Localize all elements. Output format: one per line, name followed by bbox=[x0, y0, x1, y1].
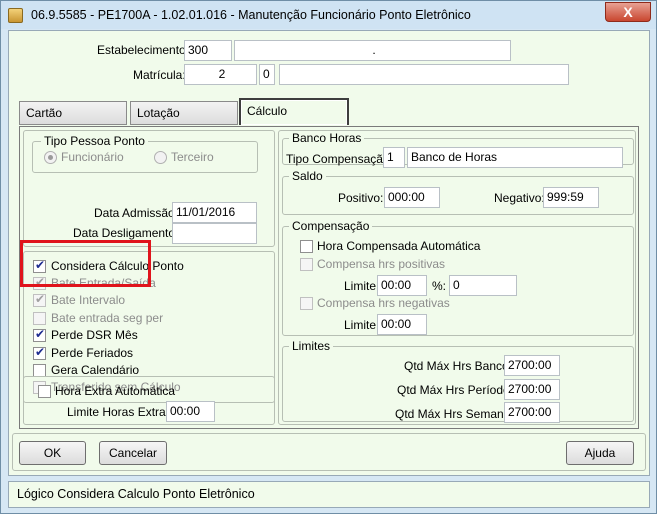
limite-positivas-field[interactable]: 00:00 bbox=[377, 275, 427, 296]
title-bar[interactable]: 06.9.5585 - PE1700A - 1.02.01.016 - Manu… bbox=[1, 1, 656, 29]
tipo-compensacao-description: Banco de Horas bbox=[407, 147, 623, 168]
limite-horas-extras-label: Limite Horas Extras: bbox=[67, 405, 176, 419]
compensa-positivas-label: Compensa hrs positivas bbox=[317, 257, 446, 271]
matricula-label: Matrícula: bbox=[133, 68, 186, 82]
qtd-semana-field[interactable]: 2700:00 bbox=[504, 402, 560, 423]
hora-compensada-checkbox[interactable] bbox=[300, 240, 313, 253]
button-bar: OK Cancelar Ajuda bbox=[12, 433, 646, 471]
limites-group: Limites Qtd Máx Hrs Banco: 2700:00 Qtd M… bbox=[282, 339, 634, 423]
ok-button[interactable]: OK bbox=[19, 441, 86, 465]
tab-cartao[interactable]: Cartão bbox=[19, 101, 127, 125]
negativo-field[interactable]: 999:59 bbox=[543, 187, 599, 208]
estabelecimento-label: Estabelecimento: bbox=[97, 43, 190, 57]
tipo-compensacao-label: Tipo Compensação: bbox=[286, 152, 393, 166]
positivo-label: Positivo: bbox=[338, 191, 384, 205]
app-icon bbox=[8, 8, 23, 23]
compensacao-title: Compensação bbox=[289, 219, 373, 233]
qtd-semana-label: Qtd Máx Hrs Semana: bbox=[395, 407, 514, 421]
percent-field[interactable]: 0 bbox=[449, 275, 517, 296]
cancel-button[interactable]: Cancelar bbox=[99, 441, 167, 465]
help-button[interactable]: Ajuda bbox=[566, 441, 634, 465]
matricula-description bbox=[279, 64, 569, 85]
qtd-periodo-label: Qtd Máx Hrs Período: bbox=[397, 383, 514, 397]
highlight-box bbox=[20, 240, 151, 287]
bate-intervalo-checkbox[interactable] bbox=[33, 292, 46, 307]
compensa-positivas-checkbox[interactable] bbox=[300, 258, 313, 271]
compensacao-group: Compensação Hora Compensada Automática C… bbox=[282, 219, 634, 336]
limite-horas-extras-field[interactable]: 00:00 bbox=[166, 401, 215, 422]
positivo-field[interactable]: 000:00 bbox=[384, 187, 440, 208]
perde-dsr-checkbox[interactable] bbox=[33, 327, 46, 342]
qtd-banco-field[interactable]: 2700:00 bbox=[504, 355, 560, 376]
matricula-digit-field[interactable]: 0 bbox=[259, 64, 275, 85]
compensa-negativas-checkbox[interactable] bbox=[300, 297, 313, 310]
window-title: 06.9.5585 - PE1700A - 1.02.01.016 - Manu… bbox=[31, 8, 471, 22]
compensa-negativas-label: Compensa hrs negativas bbox=[317, 296, 450, 310]
hora-extra-group: Hora Extra Automática Limite Horas Extra… bbox=[23, 376, 275, 425]
limite-positivas-label: Limite: bbox=[344, 279, 380, 293]
hora-compensada-label: Hora Compensada Automática bbox=[317, 239, 481, 253]
percent-label: %: bbox=[432, 279, 447, 293]
perde-feriados-checkbox[interactable] bbox=[33, 345, 46, 360]
estabelecimento-field[interactable]: 300 bbox=[184, 40, 232, 61]
limite-negativas-label: Limite: bbox=[344, 318, 380, 332]
negativo-label: Negativo: bbox=[494, 191, 545, 205]
banco-horas-title: Banco Horas bbox=[289, 131, 365, 145]
perde-dsr-label: Perde DSR Mês bbox=[51, 328, 138, 342]
hora-extra-label: Hora Extra Automática bbox=[55, 384, 176, 398]
hora-extra-checkbox[interactable] bbox=[38, 385, 51, 398]
tab-lotacao[interactable]: Lotação bbox=[130, 101, 238, 125]
estabelecimento-description: . bbox=[234, 40, 511, 61]
saldo-group: Saldo Positivo: 000:00 Negativo: 999:59 bbox=[282, 169, 634, 215]
qtd-periodo-field[interactable]: 2700:00 bbox=[504, 379, 560, 400]
bate-entrada-seg-checkbox[interactable] bbox=[33, 312, 46, 325]
main-window: 06.9.5585 - PE1700A - 1.02.01.016 - Manu… bbox=[0, 0, 657, 514]
bate-entrada-seg-label: Bate entrada seg per bbox=[51, 311, 164, 325]
status-bar: Lógico Considera Calculo Ponto Eletrônic… bbox=[8, 481, 650, 508]
tab-calculo[interactable]: Cálculo bbox=[239, 98, 349, 125]
perde-feriados-label: Perde Feriados bbox=[51, 346, 134, 360]
left-top-group bbox=[23, 130, 275, 247]
qtd-banco-label: Qtd Máx Hrs Banco: bbox=[404, 359, 513, 373]
gera-calendario-label: Gera Calendário bbox=[51, 363, 140, 377]
matricula-field[interactable]: 2 bbox=[184, 64, 257, 85]
close-button[interactable]: X bbox=[605, 2, 651, 22]
bate-intervalo-label: Bate Intervalo bbox=[51, 293, 126, 307]
saldo-title: Saldo bbox=[289, 169, 326, 183]
limites-title: Limites bbox=[289, 339, 334, 353]
limite-negativas-field[interactable]: 00:00 bbox=[377, 314, 427, 335]
tipo-compensacao-field[interactable]: 1 bbox=[383, 147, 405, 168]
